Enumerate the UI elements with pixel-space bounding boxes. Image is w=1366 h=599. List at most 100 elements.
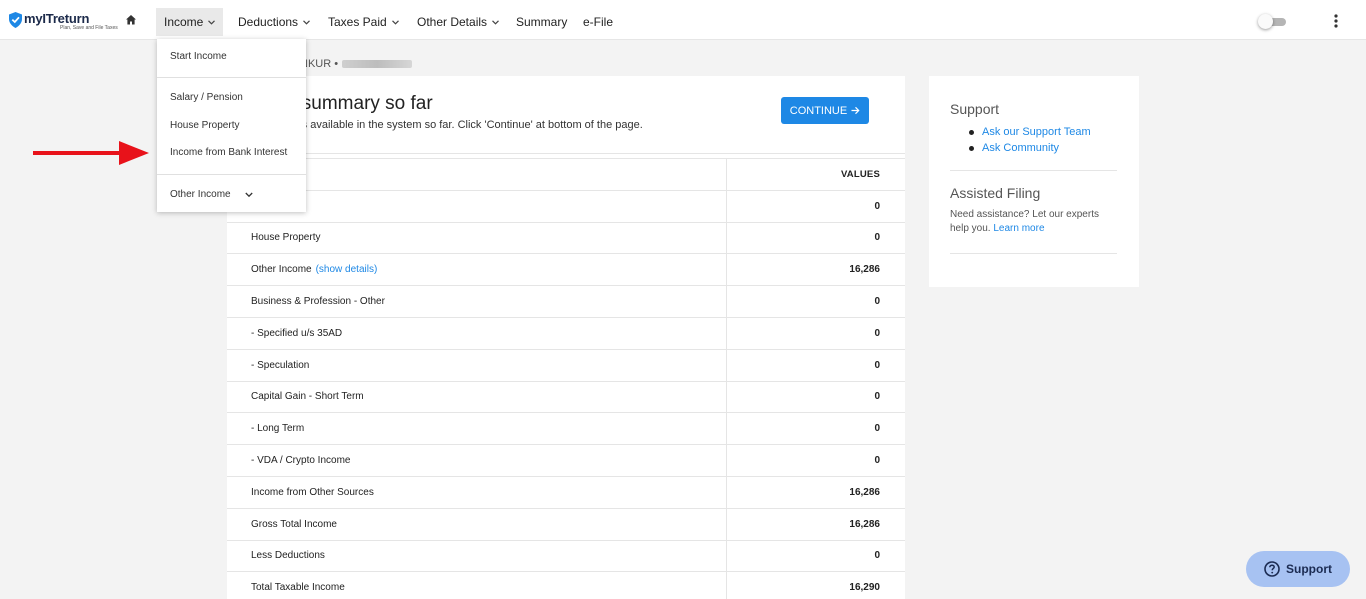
- theme-toggle[interactable]: [1258, 14, 1288, 29]
- column-divider: [726, 540, 727, 572]
- table-row: - Speculation 0: [227, 348, 905, 381]
- help-circle-icon: [1264, 561, 1280, 577]
- support-title: Support: [950, 101, 1000, 117]
- menu-divider: [157, 174, 306, 175]
- row-label: Total Taxable Income: [251, 582, 345, 594]
- table-row: Gross Total Income 16,286: [227, 507, 905, 540]
- red-arrow-annotation: [33, 141, 149, 165]
- row-value: 16,290: [849, 582, 880, 594]
- menu-item-bank-interest[interactable]: Income from Bank Interest: [170, 147, 287, 158]
- column-divider: [726, 286, 727, 317]
- column-divider: [726, 508, 727, 540]
- nav-efile[interactable]: e-File: [575, 8, 621, 36]
- other-income-label: Other Income: [251, 264, 312, 276]
- row-label: - Specified u/s 35AD: [251, 327, 343, 339]
- menu-divider: [157, 77, 306, 78]
- divider: [950, 253, 1117, 254]
- brand-name: myITreturn: [24, 11, 90, 26]
- row-label: Gross Total Income: [251, 518, 337, 530]
- page-subtitle: ta is available in the system so far. Cl…: [287, 119, 643, 131]
- row-label: Other Income (show details): [251, 254, 377, 285]
- floating-support-button[interactable]: Support: [1246, 551, 1350, 587]
- row-value: 16,286: [849, 486, 880, 498]
- divider: [950, 170, 1117, 171]
- row-value: 16,286: [849, 264, 880, 276]
- table-row: Income from Other Sources 16,286: [227, 475, 905, 508]
- column-divider: [726, 222, 727, 254]
- menu-item-start-income[interactable]: Start Income: [170, 51, 227, 62]
- support-button-label: Support: [1286, 562, 1332, 576]
- column-divider: [726, 476, 727, 508]
- assisted-filing-title: Assisted Filing: [950, 185, 1041, 201]
- table-row: Total Taxable Income 16,290: [227, 571, 905, 599]
- other-income-menu-label: Other Income: [170, 189, 231, 200]
- top-navbar: myITreturn Plan, Save and File Taxes Inc…: [0, 0, 1366, 40]
- nav-income-label: Income: [164, 15, 204, 29]
- column-divider: [726, 190, 727, 222]
- row-label: Business & Profession - Other: [251, 296, 385, 308]
- menu-item-salary-pension[interactable]: Salary / Pension: [170, 92, 243, 103]
- home-icon[interactable]: [125, 14, 137, 26]
- row-value: 0: [874, 359, 880, 371]
- column-divider: [726, 349, 727, 381]
- column-divider: [726, 413, 727, 445]
- chevron-down-icon: [303, 19, 310, 25]
- row-value: 16,286: [849, 518, 880, 530]
- shield-check-icon: [9, 12, 22, 28]
- values-header: VALUES: [840, 168, 880, 180]
- table-row: Capital Gain - Short Term 0: [227, 380, 905, 413]
- nav-summary-label: Summary: [516, 15, 568, 29]
- row-value: 0: [874, 550, 880, 562]
- chevron-down-icon: [208, 19, 216, 25]
- arrow-right-icon: [851, 106, 860, 115]
- redacted-text: [342, 60, 413, 68]
- table-row: 0: [227, 189, 905, 222]
- table-header-row: VALUES: [227, 158, 905, 190]
- brand-tagline: Plan, Save and File Taxes: [60, 25, 118, 31]
- income-dropdown-menu: Start Income Salary / Pension House Prop…: [157, 39, 306, 212]
- row-value: 0: [874, 232, 880, 244]
- show-details-link[interactable]: (show details): [316, 264, 378, 275]
- support-sidebar: Support Ask our Support Team Ask Communi…: [929, 76, 1139, 287]
- menu-item-house-property[interactable]: House Property: [170, 120, 239, 131]
- support-links: Ask our Support Team Ask Community: [969, 126, 1091, 158]
- breadcrumb: NKUR •: [300, 58, 413, 70]
- summary-table: VALUES 0 House Property 0 Other Income (…: [227, 158, 905, 599]
- nav-summary[interactable]: Summary: [508, 8, 575, 36]
- tax-summary-card: x summary so far ta is available in the …: [227, 76, 905, 599]
- ask-community-link[interactable]: Ask Community: [969, 142, 1091, 154]
- divider: [227, 153, 905, 154]
- learn-more-link[interactable]: Learn more: [993, 223, 1044, 234]
- table-row: - VDA / Crypto Income 0: [227, 444, 905, 476]
- page-title: x summary so far: [287, 93, 433, 114]
- ask-support-team-link[interactable]: Ask our Support Team: [969, 126, 1091, 138]
- row-label: - Speculation: [251, 359, 310, 371]
- column-divider: [726, 381, 727, 413]
- row-label: - VDA / Crypto Income: [251, 455, 351, 467]
- nav-deductions-label: Deductions: [238, 15, 299, 29]
- nav-taxes-paid[interactable]: Taxes Paid: [320, 8, 407, 36]
- row-label: Income from Other Sources: [251, 486, 374, 498]
- nav-other-details-label: Other Details: [417, 15, 488, 29]
- continue-button[interactable]: CONTINUE: [781, 97, 869, 124]
- column-divider: [726, 254, 727, 286]
- column-divider: [726, 445, 727, 476]
- nav-other-details[interactable]: Other Details: [409, 8, 507, 36]
- table-row: House Property 0: [227, 221, 905, 254]
- row-label: Capital Gain - Short Term: [251, 391, 364, 403]
- chevron-down-icon: [391, 19, 399, 25]
- chevron-down-icon: [492, 19, 499, 25]
- brand-logo[interactable]: myITreturn Plan, Save and File Taxes: [9, 12, 118, 31]
- row-label: House Property: [251, 232, 321, 244]
- continue-label: CONTINUE: [789, 104, 848, 117]
- nav-deductions[interactable]: Deductions: [230, 8, 318, 36]
- chevron-down-icon: [244, 192, 253, 197]
- row-label: Less Deductions: [251, 550, 325, 562]
- table-row: Business & Profession - Other 0: [227, 285, 905, 317]
- menu-item-other-income[interactable]: Other Income: [170, 189, 253, 200]
- more-options-icon[interactable]: [1330, 13, 1342, 29]
- row-value: 0: [874, 423, 880, 435]
- column-divider: [726, 159, 727, 190]
- nav-efile-label: e-File: [583, 15, 614, 29]
- nav-income[interactable]: Income: [156, 8, 224, 36]
